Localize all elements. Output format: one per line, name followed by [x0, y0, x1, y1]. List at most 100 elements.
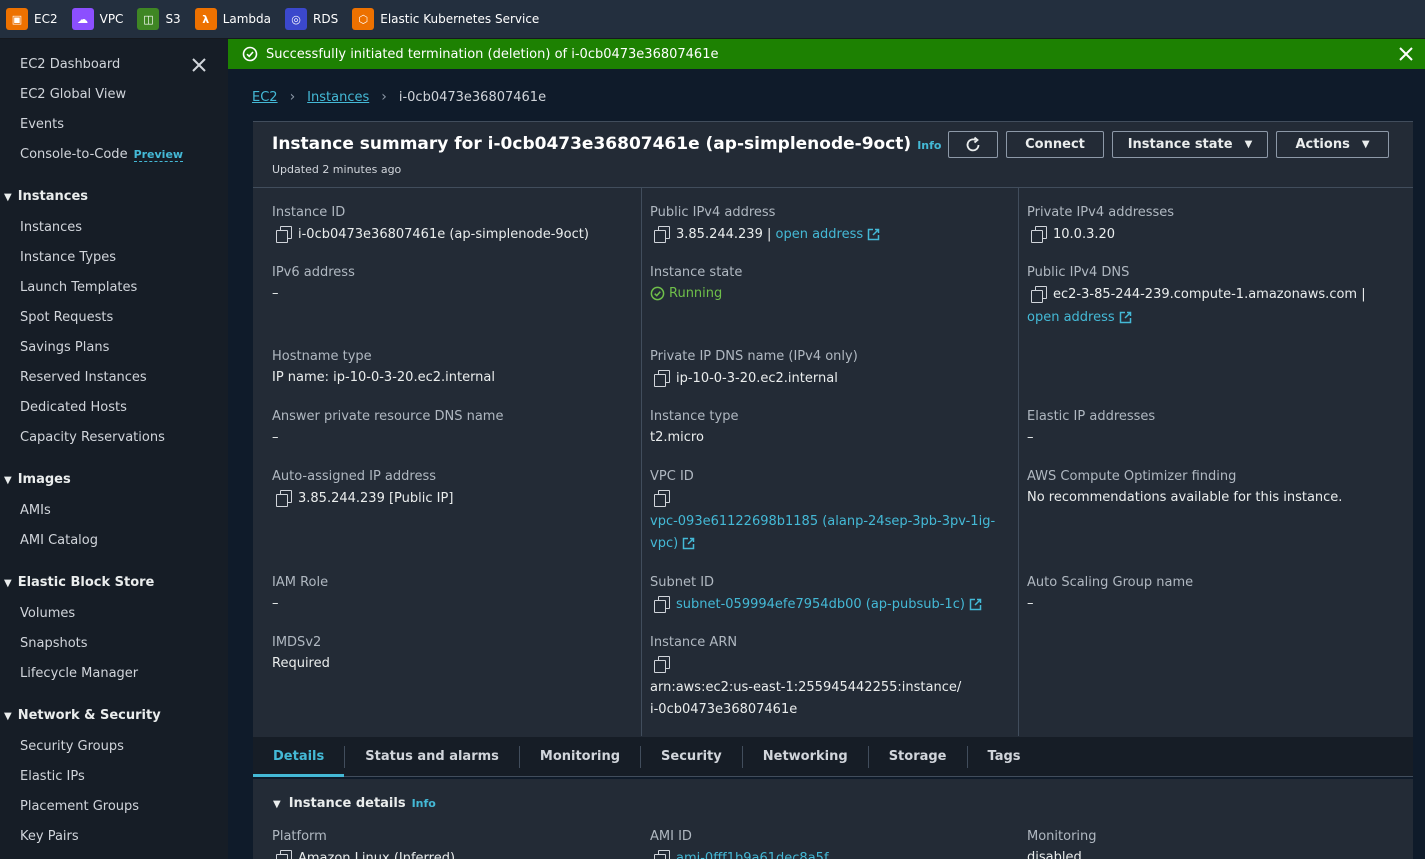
- value-text: ec2-3-85-244-239.compute-1.amazonaws.com…: [1053, 286, 1366, 302]
- sidebar-item-snapshots[interactable]: Snapshots: [20, 636, 88, 651]
- caret-down-icon: ▼: [4, 192, 12, 203]
- sidebar-item-capacity-reservations[interactable]: Capacity Reservations: [20, 430, 165, 445]
- sidebar-item-elastic-ips[interactable]: Elastic IPs: [20, 769, 85, 784]
- sidebar-item-lifecycle-manager[interactable]: Lifecycle Manager: [20, 666, 138, 681]
- sidebar-section-network-security[interactable]: ▼ Network & Security: [4, 708, 161, 723]
- copy-icon[interactable]: [276, 490, 292, 507]
- sidebar-item-dedicated-hosts[interactable]: Dedicated Hosts: [20, 400, 127, 415]
- sidebar-item-amis[interactable]: AMIs: [20, 503, 51, 518]
- breadcrumb-current: i-0cb0473e36807461e: [398, 89, 547, 105]
- sidebar-item-volumes[interactable]: Volumes: [20, 606, 75, 621]
- copy-icon[interactable]: [654, 596, 670, 613]
- copy-icon[interactable]: [654, 656, 670, 673]
- sidebar-section-ebs[interactable]: ▼ Elastic Block Store: [4, 575, 154, 590]
- sidebar-item-spot-requests[interactable]: Spot Requests: [20, 310, 113, 325]
- service-shortcut-lambda[interactable]: λ Lambda: [194, 8, 272, 30]
- copy-icon[interactable]: [1031, 226, 1047, 243]
- tab-status-and-alarms[interactable]: Status and alarms: [345, 737, 519, 777]
- instance-summary-card: Instance summary for i-0cb0473e36807461e…: [253, 121, 1413, 777]
- service-label: Lambda: [222, 12, 272, 26]
- public-dns-value: ec2-3-85-244-239.compute-1.amazonaws.com…: [1031, 286, 1366, 303]
- summary-header: Instance summary for i-0cb0473e36807461e…: [253, 122, 1413, 188]
- arn-copy: [654, 656, 676, 673]
- actions-button[interactable]: Actions ▼: [1276, 131, 1389, 158]
- button-label: Instance state: [1127, 137, 1233, 152]
- value-text: ip-10-0-3-20.ec2.internal: [676, 370, 838, 386]
- rds-icon: ◎: [285, 8, 308, 30]
- asg-value: –: [1027, 596, 1034, 611]
- instance-state-button[interactable]: Instance state ▼: [1112, 131, 1268, 158]
- service-shortcut-eks[interactable]: ⬡ Elastic Kubernetes Service: [352, 8, 539, 30]
- service-shortcut-rds[interactable]: ◎ RDS: [285, 8, 338, 30]
- optimizer-label: AWS Compute Optimizer finding: [1027, 469, 1237, 484]
- copy-icon[interactable]: [654, 850, 670, 859]
- instance-type-label: Instance type: [650, 409, 739, 424]
- subnet-id-link[interactable]: subnet-059994efe7954db00 (ap-pubsub-1c): [676, 597, 965, 612]
- status-badge: Running: [669, 286, 723, 301]
- open-address-link[interactable]: open address: [1027, 310, 1115, 325]
- connect-button[interactable]: Connect: [1006, 131, 1104, 158]
- service-shortcut-vpc[interactable]: ☁ VPC: [71, 8, 124, 30]
- chevron-right-icon: ›: [289, 89, 296, 105]
- sidebar-item-instances[interactable]: Instances: [20, 220, 82, 235]
- sidebar-section-images[interactable]: ▼ Images: [4, 472, 71, 487]
- copy-icon[interactable]: [654, 370, 670, 387]
- platform-label: Platform: [272, 829, 327, 844]
- vpc-id-label: VPC ID: [650, 469, 694, 484]
- sidebar-item-instance-types[interactable]: Instance Types: [20, 250, 116, 265]
- copy-icon[interactable]: [276, 850, 292, 859]
- close-icon[interactable]: [1397, 45, 1415, 63]
- service-label: S3: [165, 12, 181, 26]
- tab-storage[interactable]: Storage: [869, 737, 967, 777]
- sidebar-item-security-groups[interactable]: Security Groups: [20, 739, 124, 754]
- sidebar-item-placement-groups[interactable]: Placement Groups: [20, 799, 139, 814]
- sidebar-item-ec2-dashboard[interactable]: EC2 Dashboard: [20, 57, 120, 72]
- copy-icon[interactable]: [276, 226, 292, 243]
- ipv6-value: –: [272, 286, 279, 301]
- public-ipv4-label: Public IPv4 address: [650, 205, 776, 220]
- sidebar-item-savings-plans[interactable]: Savings Plans: [20, 340, 109, 355]
- vpc-id-link[interactable]: vpc): [650, 536, 678, 551]
- sidebar-item-ami-catalog[interactable]: AMI Catalog: [20, 533, 98, 548]
- sidebar-section-instances[interactable]: ▼ Instances: [4, 189, 88, 204]
- tab-security[interactable]: Security: [641, 737, 742, 777]
- vpc-id-link[interactable]: vpc-093e61122698b1185 (alanp-24sep-3pb-3…: [650, 514, 995, 529]
- tab-networking[interactable]: Networking: [743, 737, 868, 777]
- public-ipv4-value: 3.85.244.239 | open address: [654, 226, 880, 243]
- subnet-id-label: Subnet ID: [650, 575, 715, 590]
- copy-icon[interactable]: [1031, 286, 1047, 303]
- info-link[interactable]: Info: [917, 139, 941, 152]
- sidebar-item-launch-templates[interactable]: Launch Templates: [20, 280, 137, 295]
- service-label: VPC: [99, 12, 124, 26]
- breadcrumb-instances[interactable]: Instances: [307, 90, 369, 105]
- open-address-link[interactable]: open address: [776, 227, 864, 242]
- sidebar-item-key-pairs[interactable]: Key Pairs: [20, 829, 79, 844]
- value-text: 3.85.244.239 |: [676, 226, 772, 242]
- sidebar-item-ec2-global-view[interactable]: EC2 Global View: [20, 87, 126, 102]
- value-text: 3.85.244.239 [Public IP]: [298, 490, 454, 506]
- breadcrumb-ec2[interactable]: EC2: [252, 90, 278, 105]
- sidebar-item-console-to-code[interactable]: Console-to-Code Preview: [20, 147, 184, 162]
- refresh-button[interactable]: [948, 131, 998, 158]
- private-ipv4-value: 10.0.3.20: [1031, 226, 1115, 243]
- tab-monitoring[interactable]: Monitoring: [520, 737, 640, 777]
- info-link[interactable]: Info: [412, 797, 436, 810]
- imdsv2-label: IMDSv2: [272, 635, 322, 650]
- instance-details-panel: ▼ Instance details Info Platform Amazon Li…: [253, 779, 1413, 859]
- sidebar-item-reserved-instances[interactable]: Reserved Instances: [20, 370, 147, 385]
- sidebar-item-events[interactable]: Events: [20, 117, 64, 132]
- service-shortcut-ec2[interactable]: ▣ EC2: [6, 8, 58, 30]
- copy-icon[interactable]: [654, 490, 670, 507]
- arn-value: arn:aws:ec2:us-east-1:255945442255:insta…: [650, 680, 962, 695]
- instance-details-header[interactable]: ▼ Instance details Info: [273, 796, 436, 811]
- tab-details[interactable]: Details: [253, 737, 345, 777]
- auto-ip-label: Auto-assigned IP address: [272, 469, 436, 484]
- copy-icon[interactable]: [654, 226, 670, 243]
- close-icon[interactable]: [189, 55, 209, 75]
- main-content: Successfully initiated termination (dele…: [228, 39, 1425, 859]
- service-shortcut-s3[interactable]: ◫ S3: [137, 8, 181, 30]
- ami-id-link[interactable]: ami-0fff1b9a61dec8a5f: [676, 851, 829, 859]
- column-divider: [1018, 188, 1019, 736]
- tab-tags[interactable]: Tags: [968, 737, 1041, 777]
- imdsv2-value: Required: [272, 656, 330, 671]
